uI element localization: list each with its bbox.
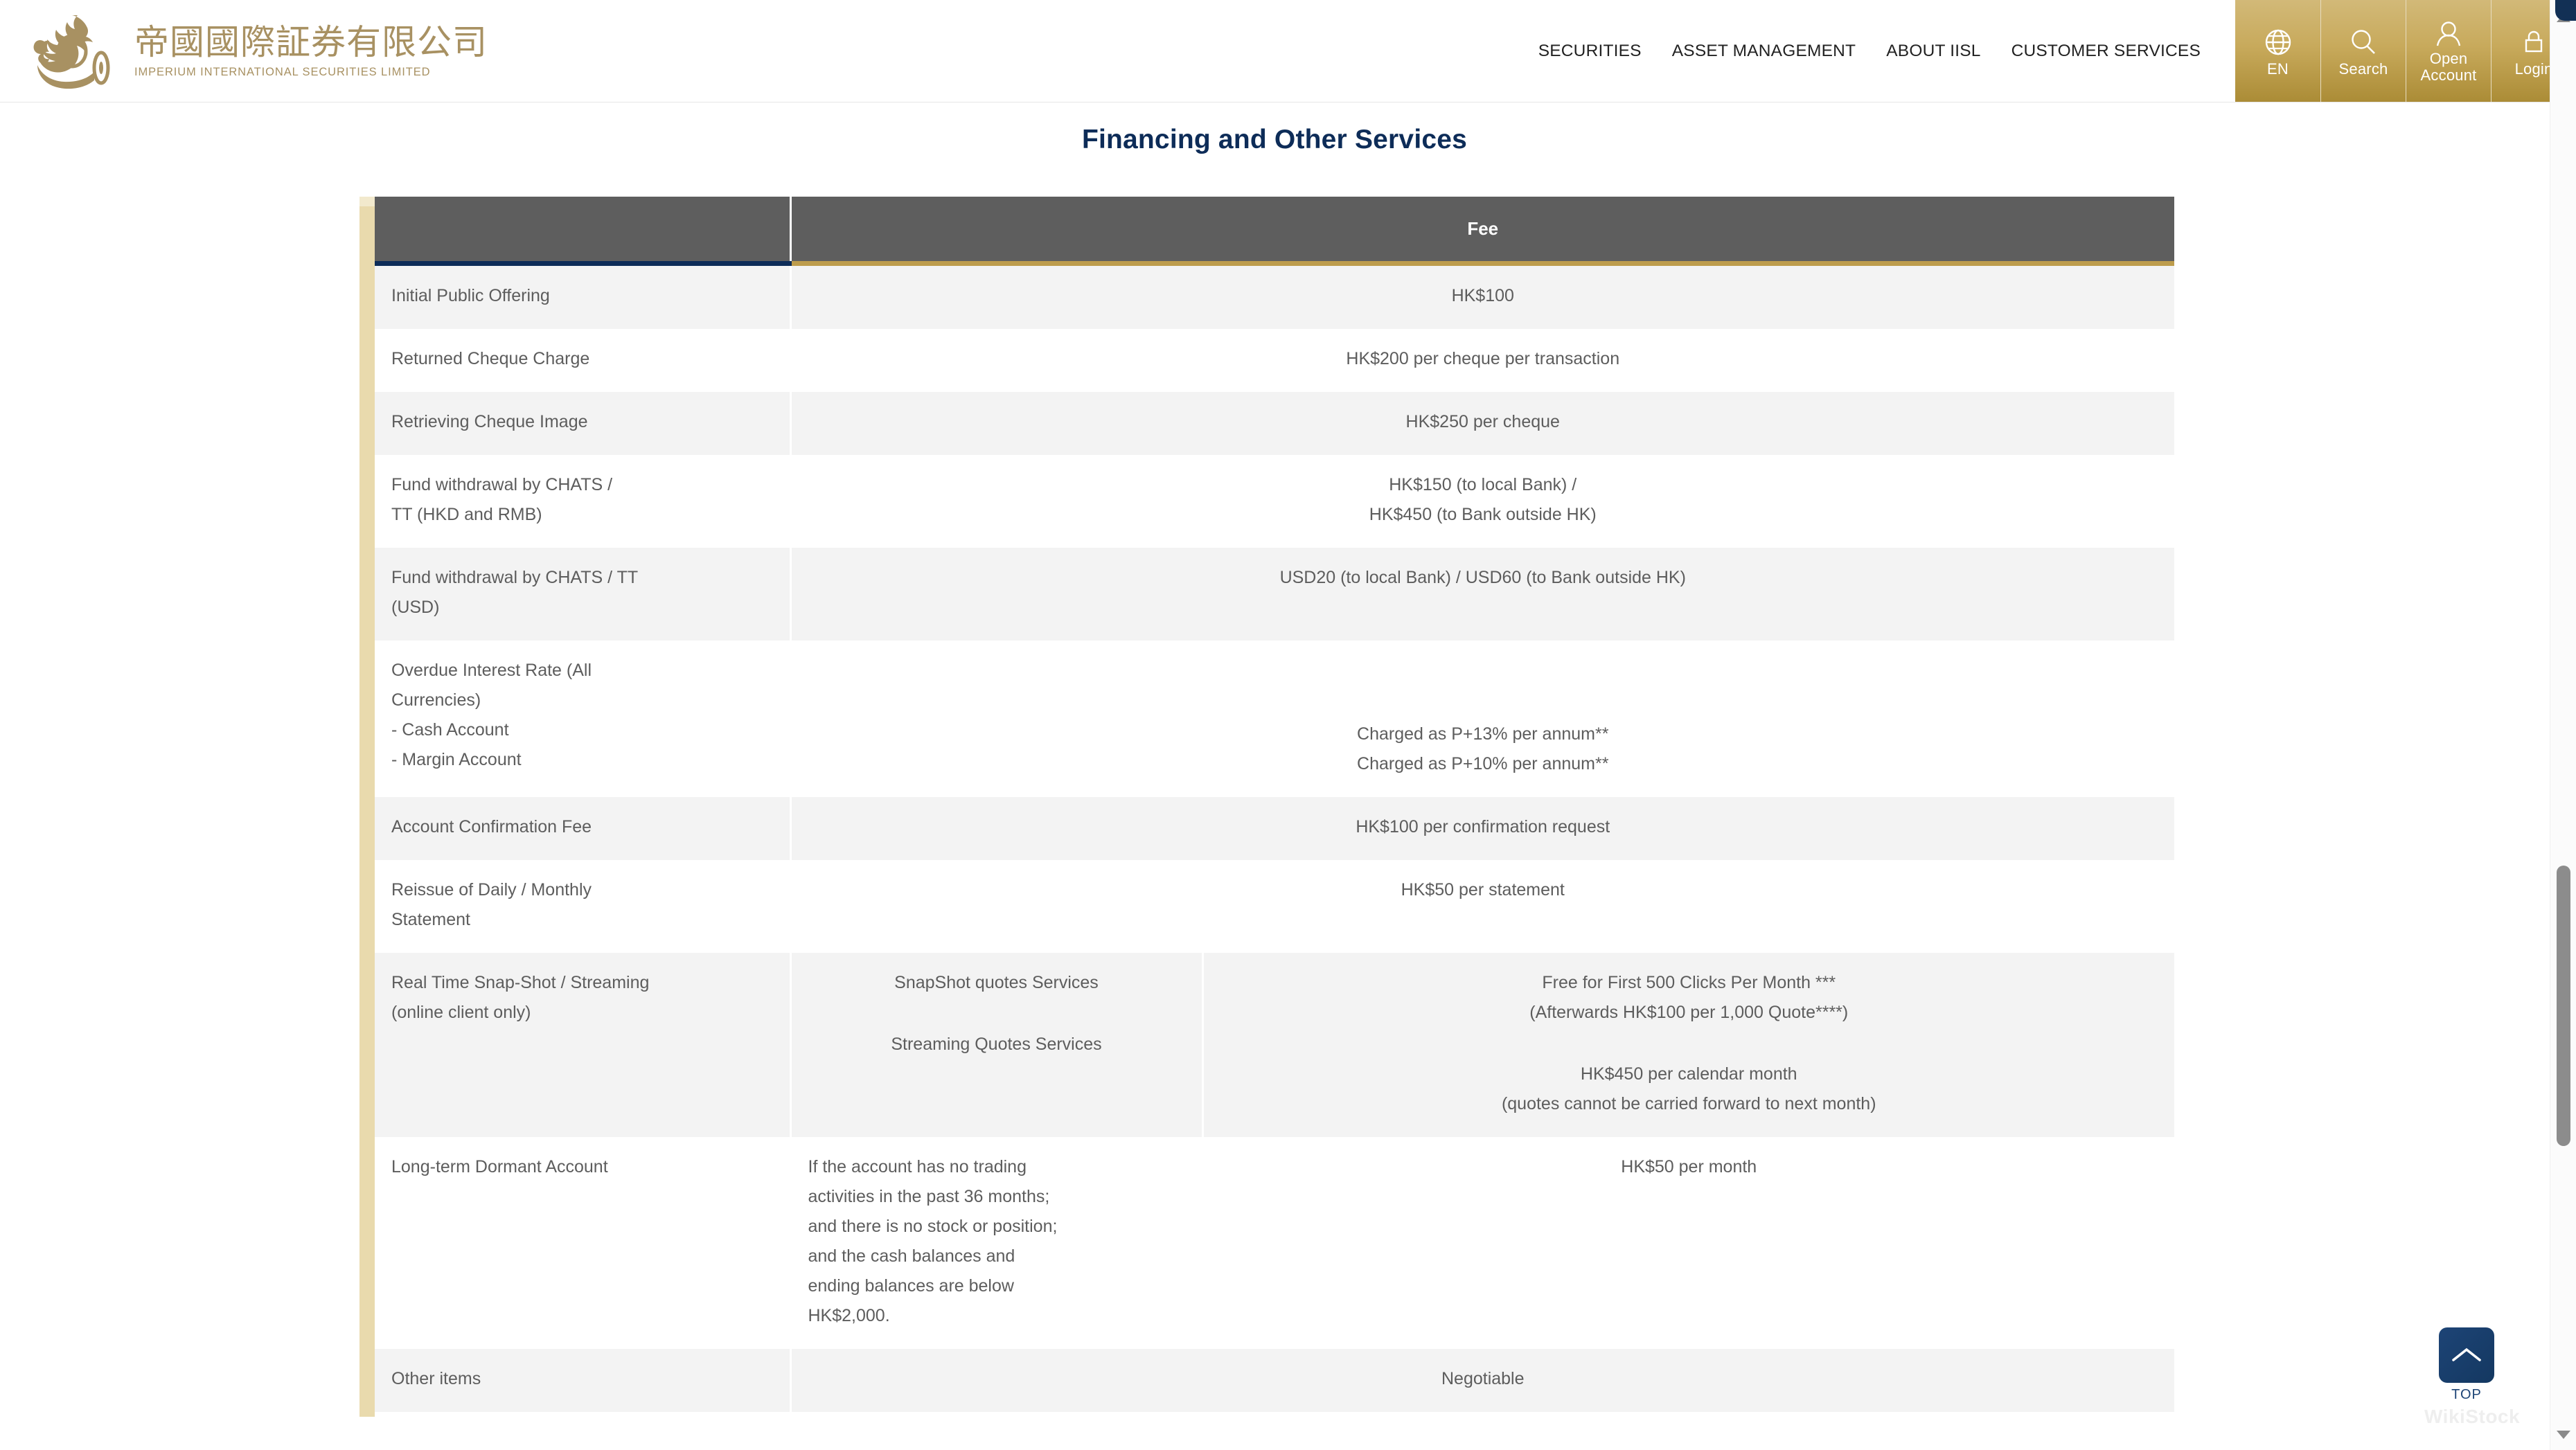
search-button[interactable]: Search: [2320, 0, 2406, 102]
scrollbar-thumb[interactable]: [2557, 866, 2570, 1146]
table-row: Initial Public Offering HK$100: [375, 263, 2174, 329]
fee-item-label: Initial Public Offering: [375, 263, 792, 329]
vertical-scrollbar[interactable]: [2550, 0, 2576, 1450]
fee-value-cell: HK$250 per cheque: [790, 391, 2174, 455]
triangle-down-icon[interactable]: [2557, 1431, 2570, 1439]
logo-english-name: IMPERIUM INTERNATIONAL SECURITIES LIMITE…: [134, 65, 431, 78]
phoenix-logo-icon: [32, 11, 127, 91]
search-label: Search: [2338, 60, 2388, 78]
fee-item-label: Account Confirmation Fee: [375, 796, 792, 860]
nav-item-customer-services[interactable]: CUSTOMER SERVICES: [1996, 42, 2216, 61]
fee-value-cell: HK$50 per statement: [790, 859, 2174, 953]
globe-icon: [2263, 27, 2293, 57]
fee-value-cell: HK$200 per cheque per transaction: [790, 328, 2174, 392]
language-switch-button[interactable]: EN: [2235, 0, 2320, 102]
watermark-label: WikiStock: [2424, 1406, 2521, 1427]
table-left-accent-rail: [359, 197, 375, 1417]
fee-value-cell: HK$100 per confirmation request: [790, 796, 2174, 860]
page-title: Financing and Other Services: [1081, 125, 1468, 154]
nav-item-asset-management[interactable]: ASSET MANAGEMENT: [1657, 42, 1872, 61]
table-row: Returned Cheque Charge HK$200 per cheque …: [375, 328, 2174, 392]
fee-item-label: Overdue Interest Rate (All Currencies) - C…: [375, 640, 792, 797]
fee-item-label: Long-term Dormant Account: [375, 1136, 792, 1349]
nav-item-about-iisl[interactable]: ABOUT IISL: [1871, 42, 1996, 61]
back-to-top-button[interactable]: TOP: [2437, 1327, 2496, 1403]
fee-item-label: Fund withdrawal by CHATS / TT (HKD and RM…: [375, 454, 792, 548]
corner-badge: [2551, 0, 2576, 25]
fee-value-cell: HK$50 per month: [1202, 1136, 2174, 1349]
table-row: Fund withdrawal by CHATS / TT (USD) USD20 …: [375, 547, 2174, 641]
fee-value-cell: Negotiable: [790, 1348, 2174, 1412]
open-account-button[interactable]: Open Account: [2406, 0, 2491, 102]
main-navigation: SECURITIES ASSET MANAGEMENT ABOUT IISL C…: [693, 0, 2235, 102]
fee-value-cell: HK$100: [790, 263, 2174, 329]
fee-value-cell: Charged as P+13% per annum** Charged as P…: [790, 640, 2174, 797]
fee-item-label: Returned Cheque Charge: [375, 328, 792, 392]
table-row: Overdue Interest Rate (All Currencies) - C…: [375, 640, 2174, 797]
fee-item-label: Reissue of Daily / Monthly Statement: [375, 859, 792, 953]
table-row: Real Time Snap-Shot / Streaming (online c…: [375, 952, 2174, 1137]
utility-bar: EN Search Open Account Login: [2235, 0, 2576, 102]
table-row: Account Confirmation Fee HK$100 per confi…: [375, 796, 2174, 860]
site-header: 帝國國際証券有限公司 IMPERIUM INTERNATIONAL SECURI…: [0, 0, 2576, 102]
fee-item-label: Other items: [375, 1348, 792, 1412]
fee-value-cell: HK$150 (to local Bank) / HK$450 (to Bank …: [790, 454, 2174, 548]
fee-table-container: Fee Initial Public Offering HK$100 Returne…: [359, 197, 2174, 1417]
table-header-blank: [375, 197, 792, 266]
table-header-row: Fee: [375, 197, 2174, 266]
chevron-up-icon: [2439, 1327, 2494, 1383]
fee-value-cell: Free for First 500 Clicks Per Month ***(…: [1202, 952, 2174, 1137]
search-icon: [2348, 27, 2379, 57]
table-row: Long-term Dormant Account If the account …: [375, 1136, 2174, 1349]
fee-subitem-cell: SnapShot quotes Services Streaming Quotes…: [790, 952, 1204, 1137]
login-label: Login: [2514, 60, 2553, 78]
table-row: Retrieving Cheque Image HK$250 per cheque: [375, 391, 2174, 455]
fee-item-label: Fund withdrawal by CHATS / TT (USD): [375, 547, 792, 641]
open-account-label: Open Account: [2420, 50, 2477, 84]
lock-icon: [2519, 27, 2549, 57]
fee-value-cell: USD20 (to local Bank) / USD60 (to Bank o…: [790, 547, 2174, 641]
financing-fee-table: Fee Initial Public Offering HK$100 Returne…: [375, 197, 2174, 1412]
fee-subitem-cell: If the account has no trading activities …: [790, 1136, 1204, 1349]
fee-table-body: Initial Public Offering HK$100 Returned Ch…: [375, 263, 2174, 1412]
site-logo[interactable]: 帝國國際証券有限公司 IMPERIUM INTERNATIONAL SECURI…: [0, 0, 693, 102]
nav-item-securities[interactable]: SECURITIES: [1523, 42, 1657, 61]
logo-chinese-name: 帝國國際証券有限公司: [134, 21, 488, 62]
table-rail-cap: [359, 197, 375, 206]
table-row: Other items Negotiable: [375, 1348, 2174, 1412]
back-to-top-label: TOP: [2451, 1387, 2482, 1402]
user-icon: [2433, 21, 2464, 47]
table-row: Reissue of Daily / Monthly Statement HK$50…: [375, 859, 2174, 953]
fee-item-label: Retrieving Cheque Image: [375, 391, 792, 455]
fee-item-label: Real Time Snap-Shot / Streaming (online c…: [375, 952, 792, 1137]
language-switch-label: EN: [2267, 60, 2289, 78]
table-row: Fund withdrawal by CHATS / TT (HKD and RM…: [375, 454, 2174, 548]
table-header-fee: Fee: [790, 197, 2174, 266]
